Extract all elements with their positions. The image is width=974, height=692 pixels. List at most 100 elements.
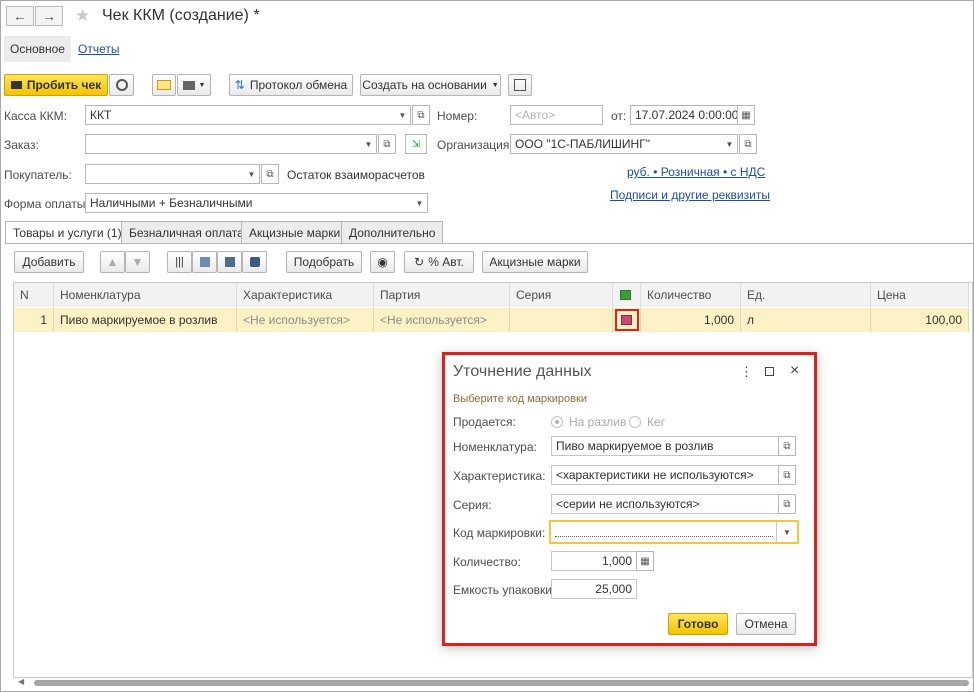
pick-button[interactable]: Подобрать — [286, 251, 362, 273]
quantity-label: Количество: — [453, 555, 521, 569]
chevron-down-icon[interactable]: ▼ — [361, 134, 377, 154]
cell-quantity[interactable]: 1,000 — [641, 308, 741, 332]
series-field[interactable]: <серии не используются> — [551, 494, 779, 514]
col-unit[interactable]: Ед. — [741, 283, 871, 307]
cell-batch[interactable]: <Не используется> — [374, 308, 510, 332]
radio-selected-icon — [551, 416, 563, 428]
number-field[interactable]: <Авто> — [510, 105, 603, 125]
scrollbar-thumb[interactable] — [34, 680, 969, 686]
kassa-field[interactable]: ККТ — [85, 105, 411, 125]
number-label: Номер: — [437, 109, 478, 123]
horizontal-scrollbar[interactable]: ◀ — [14, 677, 972, 687]
open-icon[interactable]: ⧉ — [378, 134, 396, 154]
cell-item[interactable]: Пиво маркируемое в розлив — [54, 308, 237, 332]
capacity-field[interactable]: 25,000 — [551, 579, 637, 599]
col-quantity[interactable]: Количество — [641, 283, 741, 307]
cell-marking[interactable] — [613, 308, 641, 332]
series-label: Серия: — [453, 498, 492, 512]
radio-draft[interactable]: На разлив — [551, 415, 626, 429]
cell-series[interactable] — [510, 308, 613, 332]
col-n[interactable]: N — [14, 283, 54, 307]
maximize-icon[interactable] — [765, 367, 774, 376]
done-button[interactable]: Готово — [668, 613, 728, 635]
col-price[interactable]: Цена — [871, 283, 969, 307]
chevron-down-icon[interactable]: ▼ — [244, 164, 260, 184]
payment-form-label: Форма оплаты: — [4, 197, 89, 211]
exchange-log-button[interactable]: ⇅ Протокол обмена — [229, 74, 353, 96]
tab-additional[interactable]: Дополнительно — [341, 221, 444, 243]
fill-by-order-icon[interactable]: ⇲ — [405, 134, 427, 154]
marking-code-label: Код маркировки: — [453, 526, 546, 540]
open-icon[interactable]: ⧉ — [778, 436, 796, 456]
percent-auto-button[interactable]: ↻% Авт. — [404, 251, 474, 273]
marking-code-field[interactable]: ▼ — [549, 520, 799, 544]
col-batch[interactable]: Партия — [374, 283, 510, 307]
forward-button[interactable]: → — [35, 6, 63, 26]
scroll-left-icon: ◀ — [18, 677, 25, 686]
chevron-down-icon[interactable]: ▼ — [776, 522, 797, 542]
close-icon[interactable]: × — [790, 362, 799, 380]
col-item[interactable]: Номенклатура — [54, 283, 237, 307]
structure-button[interactable] — [508, 74, 532, 96]
arrow-up-icon: ▲ — [106, 255, 119, 269]
marking-icon — [224, 257, 235, 267]
organization-field[interactable]: ООО "1С-ПАБЛИШИНГ" — [510, 134, 738, 154]
order-field[interactable] — [85, 134, 377, 154]
envelope-icon — [157, 80, 171, 90]
stamp-button[interactable] — [242, 251, 267, 273]
open-icon[interactable]: ⧉ — [412, 105, 430, 125]
pick-label: Подобрать — [293, 255, 355, 269]
item-field[interactable]: Пиво маркируемое в розлив — [551, 436, 779, 456]
cell-unit[interactable]: л — [741, 308, 871, 332]
radio-keg[interactable]: Кег — [629, 415, 665, 429]
chevron-down-icon[interactable]: ▼ — [412, 193, 428, 213]
add-button[interactable]: Добавить — [14, 251, 84, 273]
create-based-on-button[interactable]: Создать на основании ▼ — [360, 74, 501, 96]
tab-cashless[interactable]: Безналичная оплата — [121, 221, 252, 243]
move-up-button[interactable]: ▲ — [100, 251, 125, 273]
tab-reports[interactable]: Отчеты — [72, 36, 125, 62]
email-button[interactable] — [152, 74, 176, 96]
view-button[interactable]: ◉ — [370, 251, 395, 273]
move-down-button[interactable]: ▼ — [125, 251, 150, 273]
balance-label: Остаток взаиморасчетов — [287, 168, 425, 182]
tab-goods[interactable]: Товары и услуги (1) — [5, 221, 130, 244]
punch-check-button[interactable]: Пробить чек — [4, 74, 108, 96]
calendar-icon[interactable]: ▦ — [737, 105, 755, 125]
chevron-down-icon[interactable]: ▼ — [395, 105, 411, 125]
col-marking[interactable] — [613, 283, 641, 307]
back-button[interactable]: ← — [6, 6, 34, 26]
payment-form-field[interactable]: Наличными + Безналичными — [85, 193, 428, 213]
date-field[interactable]: 17.07.2024 0:00:00 — [630, 105, 738, 125]
tab-main[interactable]: Основное — [4, 36, 71, 62]
open-icon[interactable]: ⧉ — [739, 134, 757, 154]
cell-price[interactable]: 100,00 — [871, 308, 969, 332]
signatures-link[interactable]: Подписи и другие реквизиты — [610, 188, 770, 202]
chevron-down-icon[interactable]: ▼ — [722, 134, 738, 154]
open-icon[interactable]: ⧉ — [778, 465, 796, 485]
print-button[interactable]: ▼ — [177, 74, 211, 96]
open-icon[interactable]: ⧉ — [778, 494, 796, 514]
more-icon[interactable]: ⋮ — [740, 364, 753, 380]
open-icon[interactable]: ⧉ — [261, 164, 279, 184]
cell-n[interactable]: 1 — [14, 308, 54, 332]
cancel-button[interactable]: Отмена — [736, 613, 796, 635]
preview-button[interactable] — [109, 74, 134, 96]
calculator-icon[interactable]: ▦ — [636, 551, 654, 571]
excise-marks-button[interactable]: Акцизные марки — [482, 251, 588, 273]
receipt-icon — [10, 81, 22, 89]
scan-button[interactable] — [192, 251, 217, 273]
done-label: Готово — [677, 617, 719, 631]
barcode-button[interactable]: ||| — [167, 251, 192, 273]
characteristic-field[interactable]: <характеристики не используются> — [551, 465, 779, 485]
check-codes-button[interactable] — [217, 251, 242, 273]
price-type-link[interactable]: руб. • Розничная • с НДС — [627, 165, 765, 179]
col-characteristic[interactable]: Характеристика — [237, 283, 374, 307]
quantity-field[interactable]: 1,000 — [551, 551, 637, 571]
cell-characteristic[interactable]: <Не используется> — [237, 308, 374, 332]
col-series[interactable]: Серия — [510, 283, 613, 307]
organization-label: Организация: — [437, 138, 513, 152]
favorite-star-icon[interactable]: ★ — [75, 6, 90, 26]
buyer-field[interactable] — [85, 164, 260, 184]
tab-excise[interactable]: Акцизные марки — [241, 221, 349, 243]
